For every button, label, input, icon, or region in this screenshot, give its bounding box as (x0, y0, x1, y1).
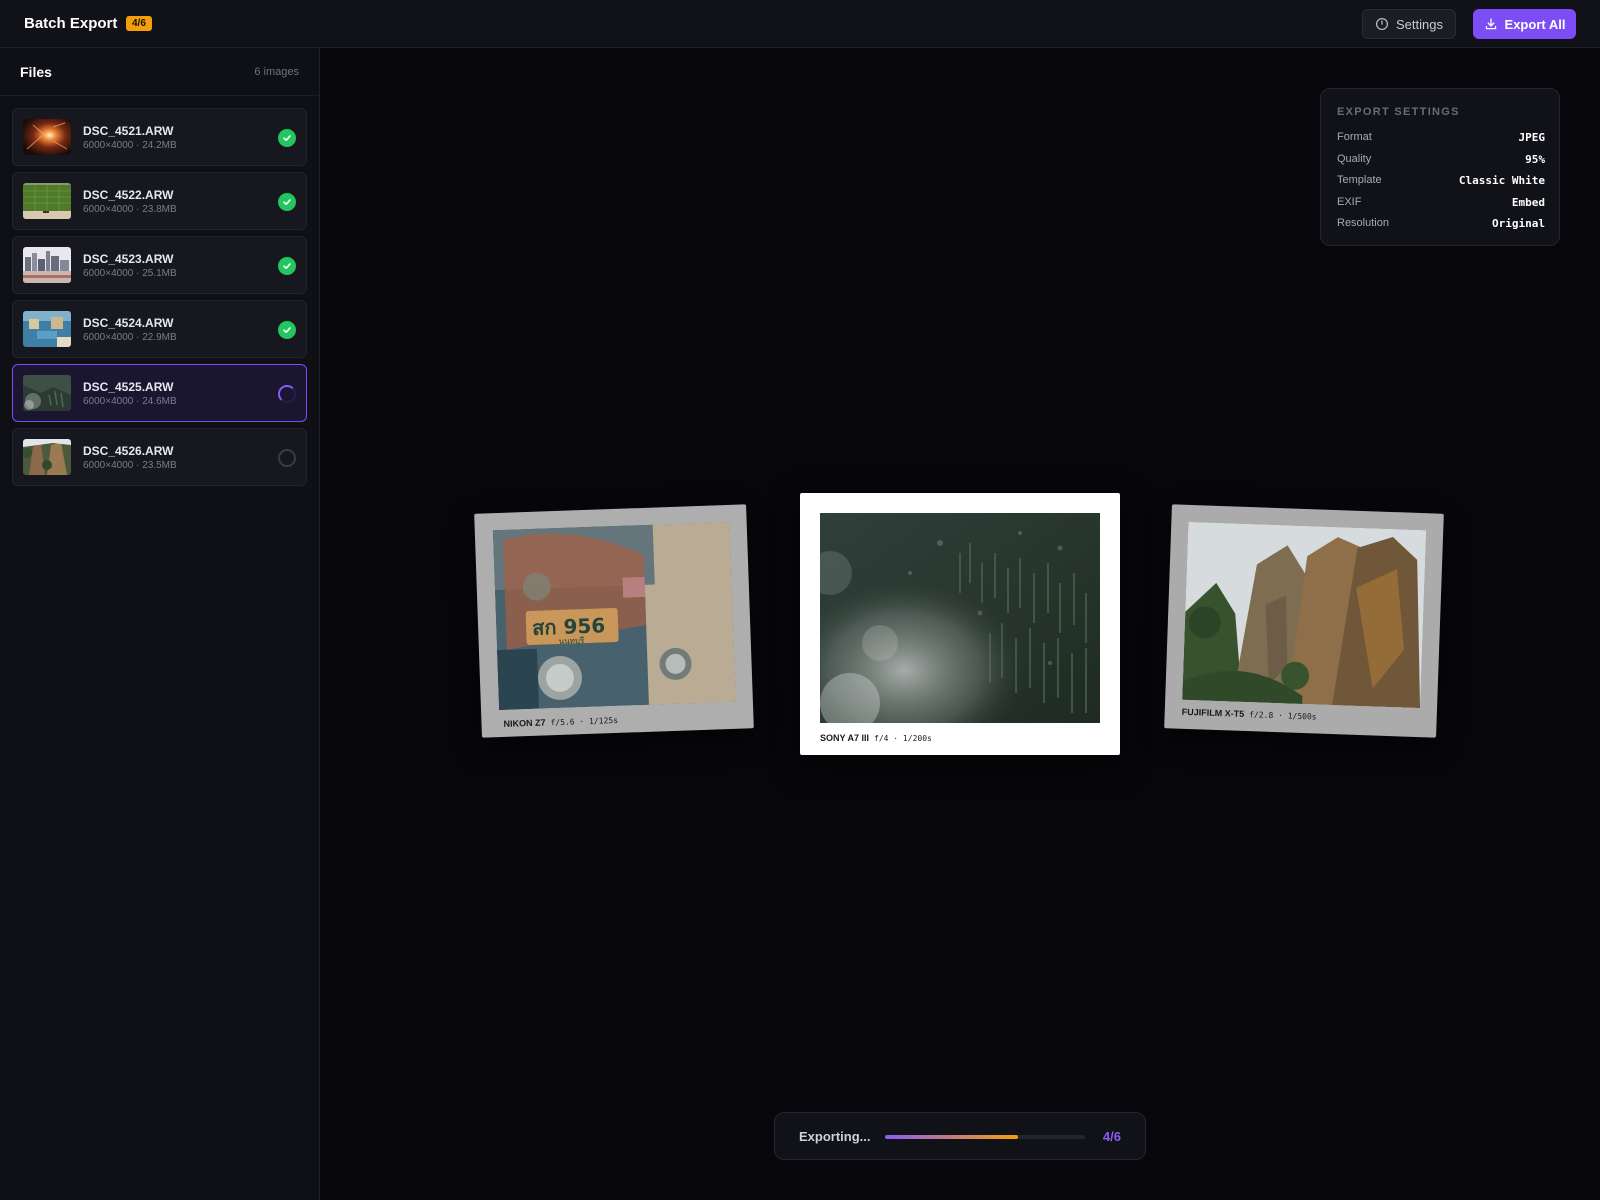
settings-button[interactable]: Settings (1362, 9, 1456, 39)
file-item-dsc-4521[interactable]: DSC_4521.ARW 6000×4000 · 24.2MB (12, 108, 307, 166)
download-icon (1485, 18, 1496, 30)
setting-value: Embed (1511, 195, 1545, 209)
file-meta: 6000×4000 · 24.2MB (83, 140, 177, 151)
setting-label: Format (1337, 131, 1372, 143)
preview-card-next: FUJIFILM X-T5 f/2.8 · 1/500s (1164, 504, 1444, 738)
sidebar-header: Files 6 images (0, 48, 319, 96)
file-thumbnail (23, 439, 71, 475)
file-name: DSC_4523.ARW (83, 252, 174, 266)
setting-label: EXIF (1337, 196, 1362, 208)
status-pending-icon (278, 449, 296, 467)
progress-count: 4/6 (1102, 1129, 1121, 1144)
export-count-badge: 4/6 (126, 16, 152, 31)
camera-model: FUJIFILM X-T5 (1181, 706, 1245, 719)
file-sidebar: Files 6 images DSC_4521.ARW 6000×4000 · … (0, 48, 320, 1200)
export-all-button-label: Export All (1504, 16, 1566, 32)
export-all-button[interactable]: Export All (1473, 9, 1576, 39)
image-count: 6 images (254, 66, 299, 78)
setting-label: Resolution (1337, 217, 1389, 229)
preview-photo (820, 513, 1100, 723)
file-meta: 6000×4000 · 25.1MB (83, 268, 177, 279)
spinner-icon (278, 385, 296, 403)
status-complete-icon (278, 321, 296, 339)
progress-track (885, 1135, 1085, 1139)
setting-value: Classic White (1458, 173, 1545, 187)
file-name: DSC_4521.ARW (83, 124, 174, 138)
file-thumbnail (23, 119, 71, 155)
file-name: DSC_4524.ARW (83, 316, 174, 330)
file-name: DSC_4522.ARW (83, 188, 174, 202)
file-thumbnail (23, 247, 71, 283)
photo-caption: FUJIFILM X-T5 f/2.8 · 1/500s (1182, 707, 1317, 722)
panel-title: EXPORT SETTINGS (1337, 106, 1460, 118)
status-complete-icon (278, 129, 296, 147)
exposure-info: f/4 · 1/200s (874, 734, 932, 743)
setting-row-template: Template Classic White (1337, 170, 1545, 190)
photo-caption: NIKON Z7 f/5.6 · 1/125s (503, 715, 618, 729)
camera-model: NIKON Z7 (503, 717, 546, 729)
file-name: DSC_4526.ARW (83, 444, 174, 458)
file-item-dsc-4523[interactable]: DSC_4523.ARW 6000×4000 · 25.1MB (12, 236, 307, 294)
setting-label: Template (1337, 174, 1382, 186)
camera-model: SONY A7 III (820, 733, 870, 743)
preview-card-previous: สก 956 นนทบุรี NIKON Z7 f/5.6 · 1/125s (474, 504, 754, 738)
top-bar: Batch Export 4/6 Settings Export All (0, 0, 1600, 48)
status-complete-icon (278, 193, 296, 211)
preview-card-current: SONY A7 III f/4 · 1/200s (800, 493, 1120, 755)
exposure-info: f/5.6 · 1/125s (550, 715, 619, 728)
exposure-info: f/2.8 · 1/500s (1249, 710, 1317, 722)
export-progress: Exporting... 4/6 (774, 1112, 1146, 1160)
setting-row-resolution: Resolution Original (1337, 213, 1545, 233)
file-meta: 6000×4000 · 22.9MB (83, 332, 177, 343)
file-item-dsc-4526[interactable]: DSC_4526.ARW 6000×4000 · 23.5MB (12, 428, 307, 486)
file-name: DSC_4525.ARW (83, 380, 174, 394)
preview-photo (1182, 521, 1427, 709)
setting-row-quality: Quality 95% (1337, 149, 1545, 169)
status-complete-icon (278, 257, 296, 275)
app-title: Batch Export (24, 15, 118, 32)
progress-label: Exporting... (799, 1129, 871, 1144)
setting-value: 95% (1525, 152, 1545, 166)
progress-fill (885, 1135, 1019, 1139)
settings-button-label: Settings (1396, 16, 1443, 32)
file-meta: 6000×4000 · 23.8MB (83, 204, 177, 215)
photo-caption: SONY A7 III f/4 · 1/200s (820, 733, 932, 743)
setting-label: Quality (1337, 153, 1372, 165)
file-item-dsc-4522[interactable]: DSC_4522.ARW 6000×4000 · 23.8MB (12, 172, 307, 230)
file-item-dsc-4524[interactable]: DSC_4524.ARW 6000×4000 · 22.9MB (12, 300, 307, 358)
setting-row-exif: EXIF Embed (1337, 192, 1545, 212)
file-thumbnail (23, 311, 71, 347)
file-meta: 6000×4000 · 23.5MB (83, 460, 177, 471)
setting-row-format: Format JPEG (1337, 127, 1545, 147)
sidebar-title: Files (20, 64, 52, 80)
setting-value: Original (1492, 216, 1545, 230)
setting-value: JPEG (1518, 130, 1546, 144)
preview-photo: สก 956 นนทบุรี (492, 521, 736, 711)
file-thumbnail (23, 183, 71, 219)
export-settings-panel: EXPORT SETTINGS Format JPEG Quality 95% … (1320, 88, 1560, 246)
file-thumbnail (23, 375, 71, 411)
svg-text:นนทบุรี: นนทบุรี (559, 636, 586, 646)
file-item-dsc-4525[interactable]: DSC_4525.ARW 6000×4000 · 24.6MB (12, 364, 307, 422)
clock-icon (1375, 17, 1389, 31)
file-list: DSC_4521.ARW 6000×4000 · 24.2MB DSC_4522… (12, 108, 307, 492)
file-meta: 6000×4000 · 24.6MB (83, 396, 177, 407)
